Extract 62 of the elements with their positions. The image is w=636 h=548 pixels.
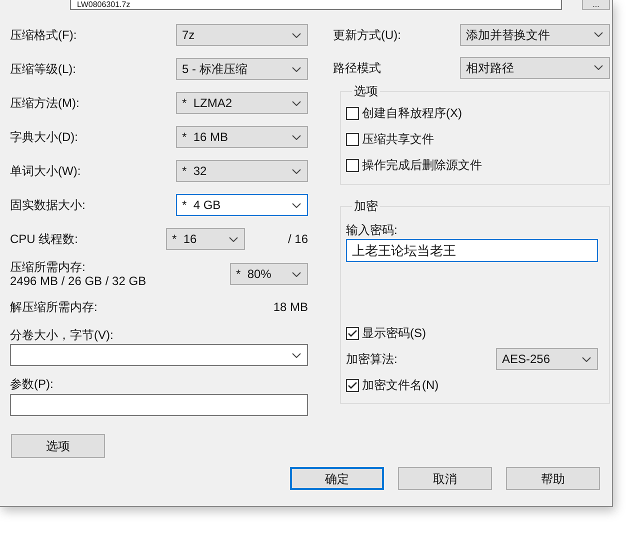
dropdown[interactable]: 7z [176,24,308,46]
dropdown[interactable]: AES-256 [496,348,598,370]
options-button[interactable]: 选项 [11,434,105,458]
checkbox[interactable] [346,158,359,172]
group-title: 加密 [353,198,379,215]
checkbox-label[interactable]: 压缩共享文件 [362,130,434,148]
checkbox[interactable] [346,378,359,392]
dialog-button[interactable]: 确定 [290,467,384,490]
dropdown[interactable]: 5 - 标准压缩 [176,58,308,80]
field-label: 解压缩所需内存: [10,299,98,316]
group-title: 选项 [353,83,379,100]
dropdown[interactable]: * 80% [230,263,308,285]
password-field[interactable]: 上老王论坛当老王 [346,239,598,262]
dropdown[interactable]: * 32 [176,160,308,182]
field-label: 固实数据大小: [10,197,86,214]
chevron-down-icon [292,352,301,358]
chevron-down-icon [292,168,301,174]
dropdown[interactable]: * 16 MB [176,126,308,148]
chevron-down-icon [229,236,238,242]
thread-count: / 16 [288,231,308,248]
dialog-button[interactable]: 取消 [398,467,492,490]
field-label: 更新方式(U): [333,26,401,44]
checkbox-label[interactable]: 创建自释放程序(X) [362,104,462,122]
checkbox[interactable] [346,132,359,146]
browse-button[interactable]: ... [582,0,610,10]
chevron-down-icon [292,100,301,106]
checkbox-label[interactable]: 操作完成后删除源文件 [362,156,482,174]
checkbox-label[interactable]: 加密文件名(N) [362,376,439,394]
chevron-down-icon [594,65,603,70]
dialog-button[interactable]: 帮助 [506,467,600,490]
field-label: 输入密码: [346,222,398,239]
field-label: 压缩方法(M): [10,95,80,112]
field-label: 字典大小(D): [10,129,78,146]
dropdown[interactable]: 添加并替换文件 [460,24,610,46]
chevron-down-icon [594,32,603,37]
field-label: 分卷大小，字节(V): [10,327,114,344]
archive-name-field[interactable]: LW0806301.7z [70,0,562,10]
memory-usage: 2496 MB / 26 GB / 32 GB [10,274,146,288]
field-label: 压缩等级(L): [10,61,76,78]
chevron-down-icon [292,134,301,140]
field-label: CPU 线程数: [10,231,80,248]
dropdown[interactable]: * 16 [166,228,245,250]
dropdown[interactable]: * LZMA2 [176,92,308,114]
chevron-down-icon [582,356,591,362]
checkbox[interactable] [346,106,359,120]
field-label: 参数(P): [10,376,54,393]
field-label: 路径模式 [333,60,381,76]
dropdown[interactable]: * 4 GB [176,194,308,216]
chevron-down-icon [292,202,301,208]
chevron-down-icon [292,32,301,38]
parameters-field[interactable] [10,394,308,416]
checkbox-label[interactable]: 显示密码(S) [362,324,426,342]
checkbox[interactable] [346,326,359,340]
memory-value: 18 MB [273,299,308,316]
field-label: 单词大小(W): [10,163,81,180]
chevron-down-icon [292,66,301,72]
field-label: 压缩格式(F): [10,27,77,44]
field-label: 压缩所需内存: [10,260,86,274]
dropdown[interactable]: 相对路径 [460,56,610,78]
field-label: 加密算法: [346,351,398,368]
volume-size-combobox[interactable] [10,344,308,366]
chevron-down-icon [292,272,301,276]
